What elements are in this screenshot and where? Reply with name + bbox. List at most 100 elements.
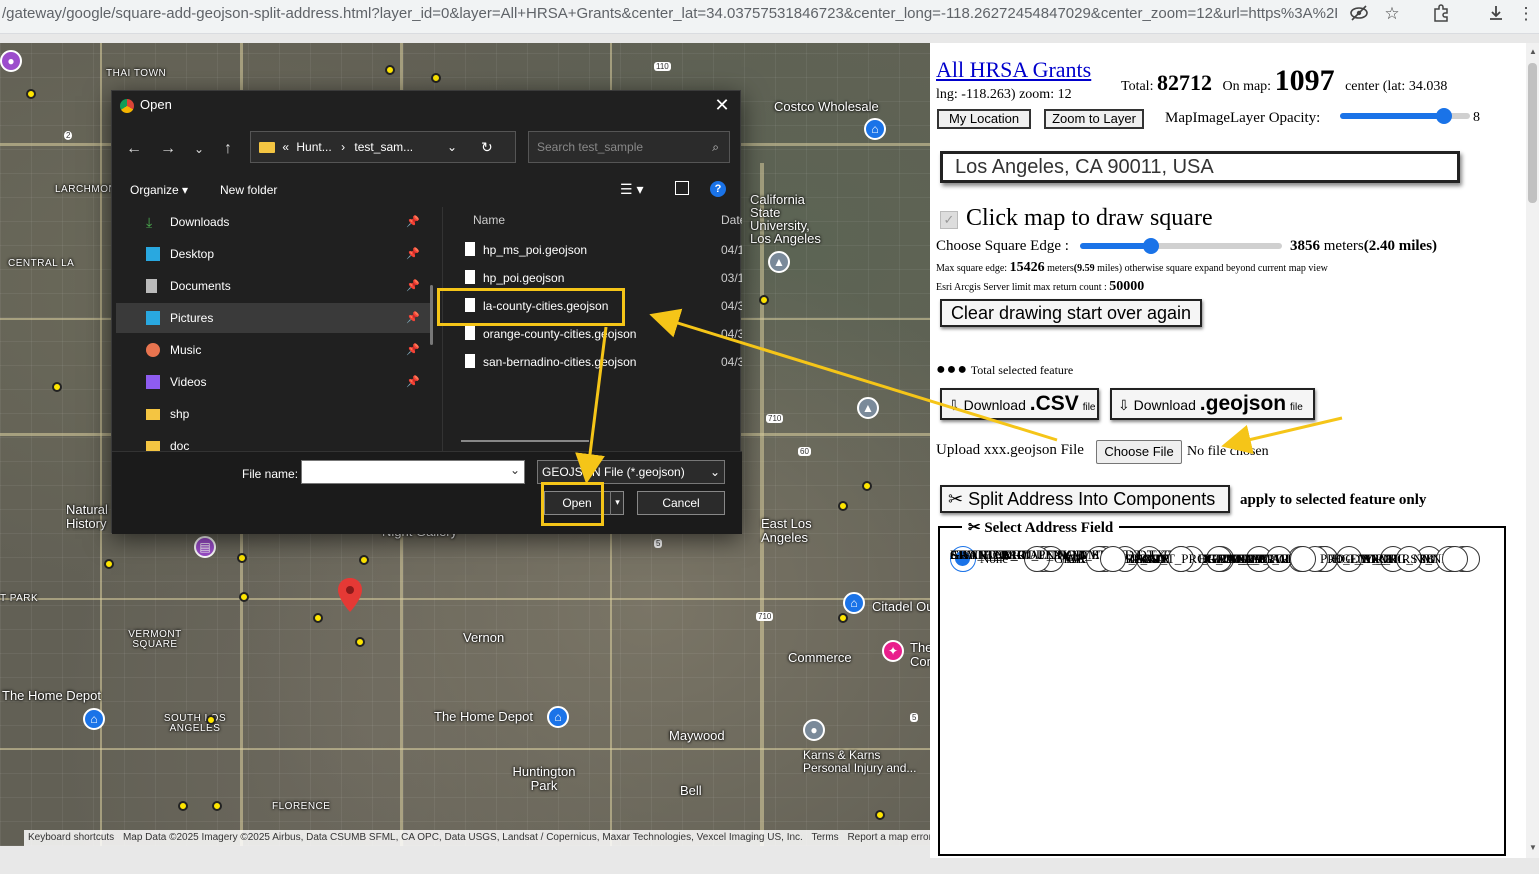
horizontal-scrollbar[interactable] [461, 440, 589, 442]
feature-dot[interactable] [862, 481, 872, 491]
scroll-down-icon[interactable]: ▼ [1529, 843, 1537, 852]
nav-item-videos[interactable]: Videos 📌 [116, 367, 430, 397]
new-folder-button[interactable]: New folder [220, 183, 277, 197]
page-scrollbar[interactable]: ▲ ▼ [1526, 43, 1539, 858]
layer-link[interactable]: All HRSA Grants [936, 57, 1091, 83]
nav-item-music[interactable]: Music 📌 [116, 335, 430, 365]
view-menu-icon[interactable]: ☰ ▾ [620, 181, 643, 198]
university-icon[interactable]: ▲ [768, 251, 790, 273]
terms-link[interactable]: Terms [811, 832, 838, 843]
download-geojson-button[interactable]: ⇩ Download .geojson file [1110, 388, 1315, 420]
report-error-link[interactable]: Report a map error [847, 832, 930, 843]
feature-dot[interactable] [26, 89, 36, 99]
feature-dot[interactable] [838, 501, 848, 511]
breadcrumb-part[interactable]: test_sam... [354, 140, 413, 154]
radio-button[interactable] [1442, 546, 1468, 572]
feature-dot[interactable] [431, 73, 441, 83]
zoom-to-layer-button[interactable]: Zoom to Layer [1044, 109, 1144, 129]
chevron-down-icon[interactable]: ⌄ [447, 132, 457, 162]
scroll-thumb[interactable] [1528, 63, 1537, 203]
file-row[interactable]: hp_ms_poi.geojson 04/1 [463, 237, 742, 263]
feature-dot[interactable] [212, 801, 222, 811]
nav-item-shp[interactable]: shp [116, 399, 430, 429]
draw-square-checkbox[interactable]: ✓ [940, 211, 958, 229]
eye-off-icon[interactable] [1348, 3, 1370, 25]
radio-option-grant-prog-dir-email[interactable]: GRANT_PROG_DIR_EMAIL [1100, 546, 1293, 572]
clear-drawing-button[interactable]: Clear drawing start over again [940, 299, 1202, 327]
address-bar[interactable]: /gateway/google/square-add-geojson-split… [2, 5, 1337, 22]
my-location-button[interactable]: My Location [937, 109, 1031, 129]
file-type-select[interactable]: GEOJSON File (*.geojson) ⌄ [537, 460, 725, 484]
radio-button[interactable] [1100, 546, 1126, 572]
close-icon[interactable]: ✕ [712, 95, 732, 115]
choose-file-button[interactable]: Choose File [1096, 440, 1182, 464]
breadcrumb-part[interactable]: Hunt... [296, 140, 331, 154]
address-search-input[interactable]: Los Angeles, CA 90011, USA [940, 151, 1460, 183]
nav-item-downloads[interactable]: ⤓ Downloads 📌 [116, 207, 430, 237]
shopping-bag-icon[interactable]: ⌂ [83, 708, 105, 730]
pin-icon[interactable]: 📌 [406, 335, 420, 365]
scroll-up-icon[interactable]: ▲ [1529, 47, 1537, 56]
shopping-bag-icon[interactable]: ⌂ [843, 592, 865, 614]
nav-scrollbar[interactable] [430, 285, 433, 345]
search-input[interactable]: Search test_sample ⌕ [528, 131, 730, 163]
feature-dot[interactable] [838, 613, 848, 623]
feature-dot[interactable] [759, 295, 769, 305]
refresh-icon[interactable]: ↻ [481, 132, 493, 162]
shopping-bag-icon[interactable]: ⌂ [547, 706, 569, 728]
pin-icon[interactable]: 📌 [406, 239, 420, 269]
preview-pane-icon[interactable] [675, 181, 689, 195]
pin-icon[interactable]: 📌 [406, 303, 420, 333]
radio-button[interactable] [1290, 546, 1316, 572]
star-icon[interactable]: ☆ [1381, 3, 1403, 25]
shopping-bag-icon[interactable]: ⌂ [864, 118, 886, 140]
casino-icon[interactable]: ✦ [882, 640, 904, 662]
feature-dot[interactable] [359, 555, 369, 565]
chevron-down-icon[interactable]: ⌄ [510, 463, 520, 477]
pin-icon[interactable]: 📌 [406, 271, 420, 301]
square-edge-slider[interactable] [1080, 238, 1282, 254]
chevron-down-icon[interactable]: ⌄ [189, 139, 209, 159]
up-arrow-icon[interactable]: ↑ [218, 139, 238, 159]
poi-marker-icon[interactable]: ● [0, 50, 22, 72]
feature-dot[interactable] [237, 553, 247, 563]
opacity-slider[interactable] [1340, 108, 1470, 124]
help-icon[interactable]: ? [710, 181, 726, 197]
map-pin-icon[interactable] [338, 578, 362, 612]
radio-option-list-box-county-nm[interactable]: LIST_BOX_COUNTY_NM [950, 546, 1100, 563]
university-icon[interactable]: ▲ [857, 397, 879, 419]
radio-option[interactable] [1442, 546, 1472, 572]
nav-item-documents[interactable]: Documents 📌 [116, 271, 430, 301]
forward-arrow-icon[interactable]: → [158, 139, 178, 159]
download-icon[interactable] [1485, 3, 1507, 25]
feature-dot[interactable] [385, 65, 395, 75]
nav-item-pictures[interactable]: Pictures 📌 [116, 303, 430, 333]
extension-icon[interactable] [1430, 3, 1452, 25]
feature-dot[interactable] [206, 715, 216, 725]
column-header-date[interactable]: Date [721, 213, 742, 227]
back-arrow-icon[interactable]: ← [124, 139, 144, 159]
column-header-name[interactable]: Name [473, 213, 505, 227]
pin-icon[interactable]: 📌 [406, 207, 420, 237]
path-breadcrumb[interactable]: « Hunt... › test_sam... ⌄ ↻ [250, 131, 516, 163]
pin-icon[interactable]: 📌 [406, 367, 420, 397]
feature-dot[interactable] [178, 801, 188, 811]
slider-thumb[interactable] [1142, 238, 1159, 254]
feature-dot[interactable] [355, 637, 365, 647]
keyboard-shortcuts-link[interactable]: Keyboard shortcuts [28, 832, 114, 843]
nav-item-desktop[interactable]: Desktop 📌 [116, 239, 430, 269]
open-dropdown-icon[interactable]: ▾ [610, 491, 624, 515]
feature-dot[interactable] [875, 810, 885, 820]
feature-dot[interactable] [104, 559, 114, 569]
file-row[interactable]: san-bernadino-cities.geojson 04/3 [463, 349, 742, 375]
file-name-input[interactable]: ⌄ [301, 460, 525, 484]
split-address-button[interactable]: ✂ Split Address Into Components [940, 485, 1230, 513]
radio-option-prog-dir-first-nm[interactable]: PROG_DIR_FIRST_NM [1290, 546, 1453, 572]
nav-item-doc[interactable]: doc [116, 431, 430, 453]
slider-thumb[interactable] [1436, 108, 1452, 124]
more-icon[interactable]: ⋮ [1515, 3, 1537, 25]
location-icon[interactable]: ● [803, 719, 825, 741]
feature-dot[interactable] [239, 592, 249, 602]
cancel-button[interactable]: Cancel [637, 491, 725, 515]
organize-menu[interactable]: Organize ▾ [130, 183, 188, 197]
